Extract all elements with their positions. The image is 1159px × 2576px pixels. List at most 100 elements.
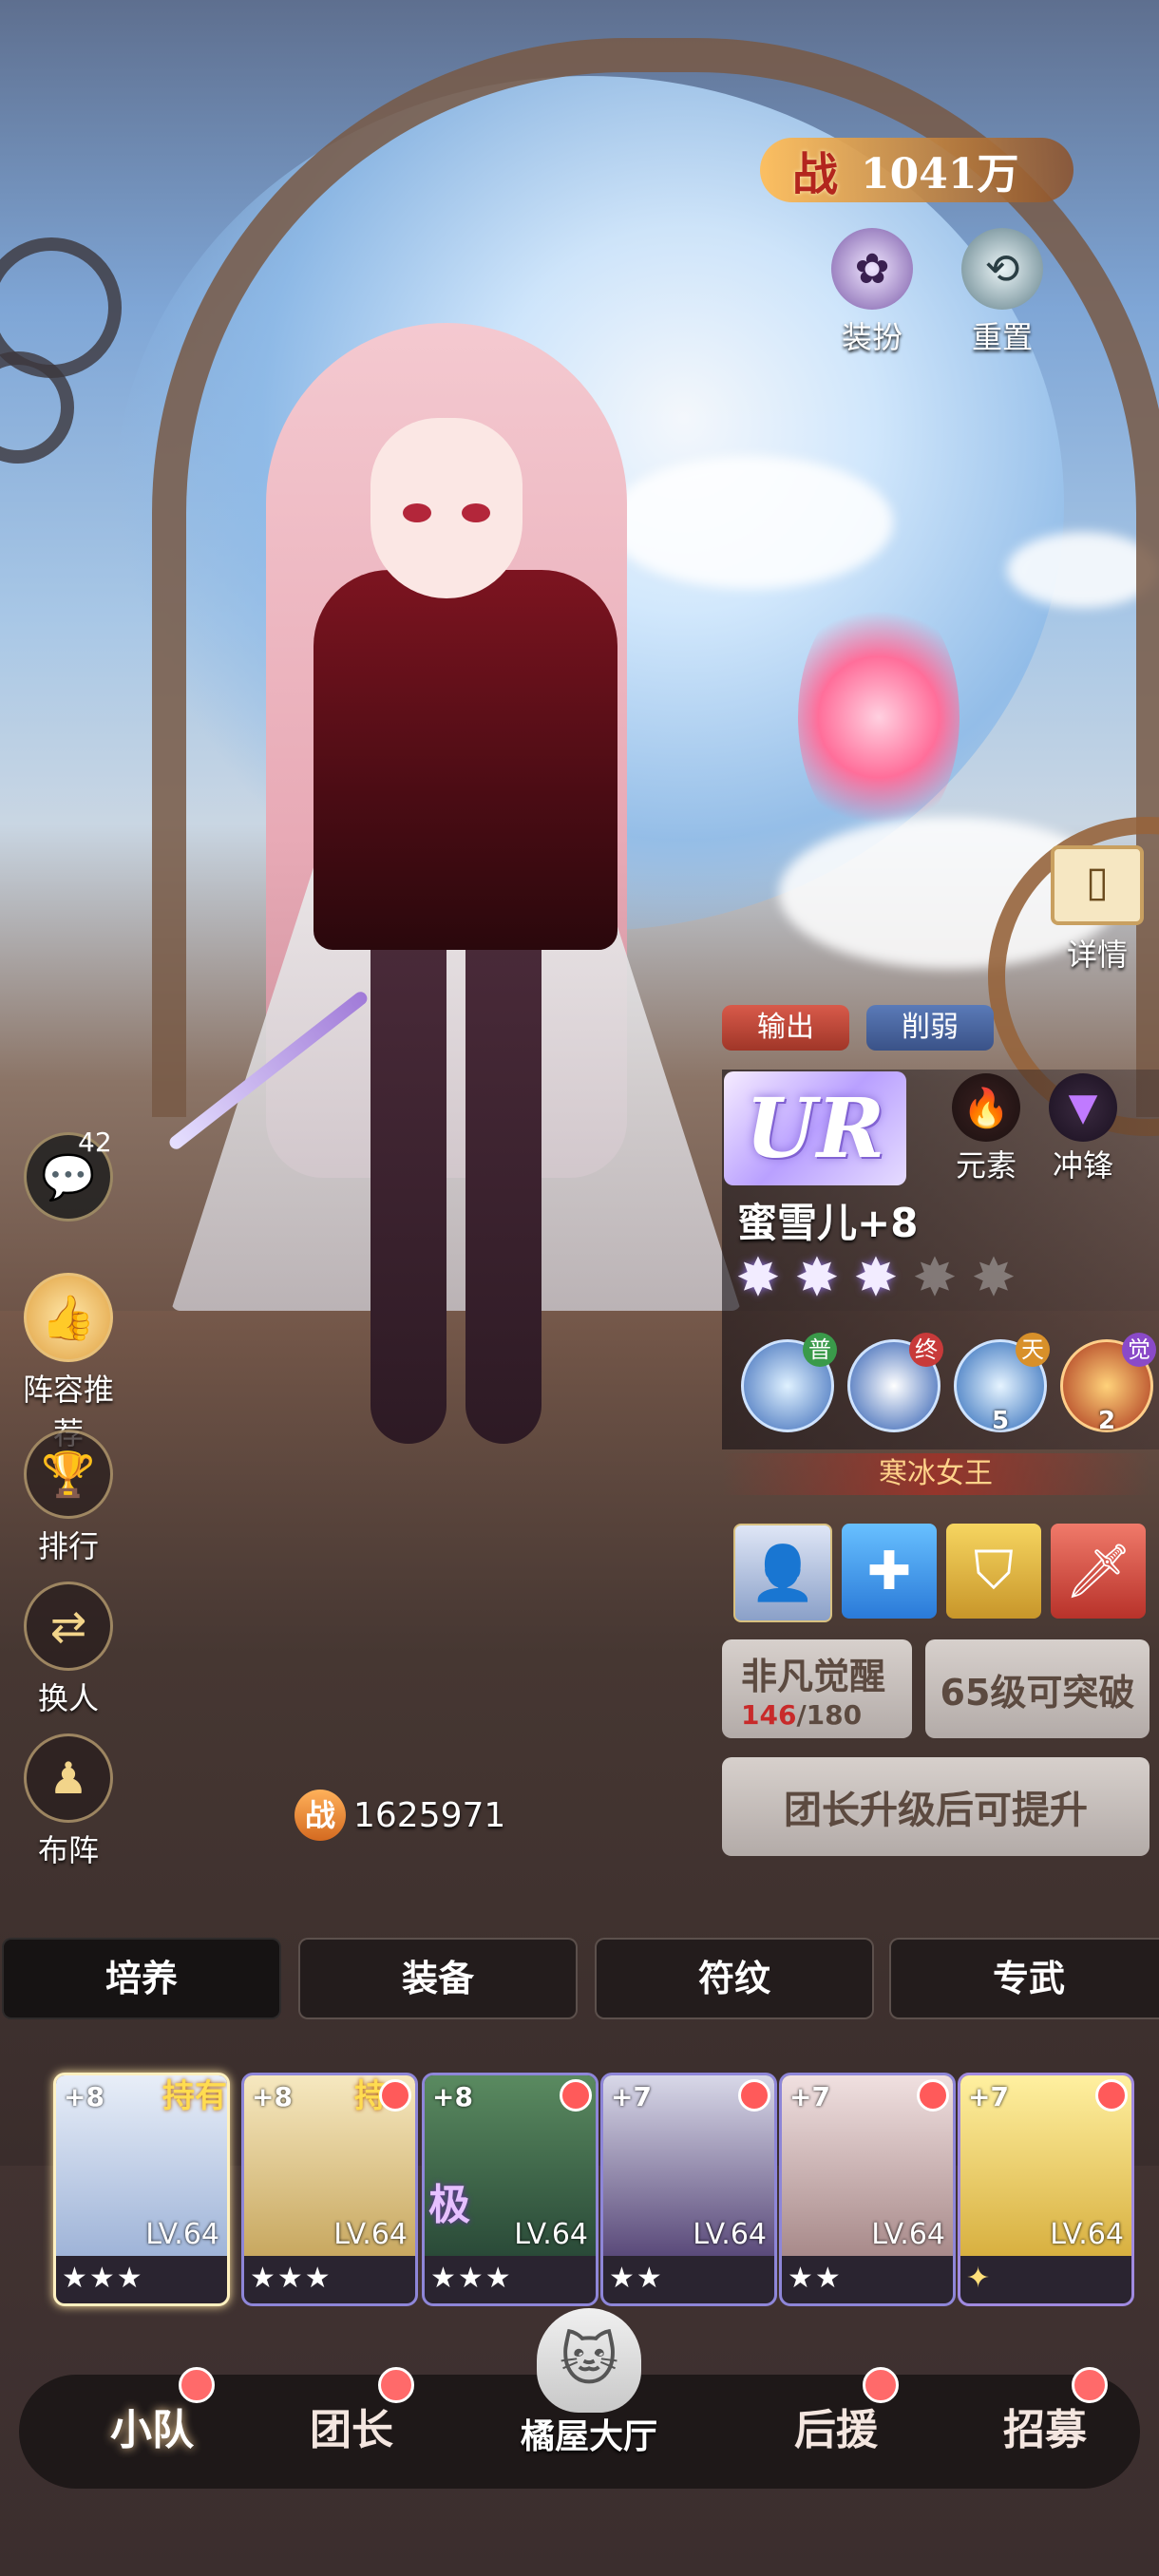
tab-equipment[interactable]: 装备: [298, 1938, 578, 2019]
skill-count: 5: [991, 1407, 1010, 1435]
ranking-label: 排行: [37, 1528, 99, 1564]
hero-roster: 持有 +8 LV.64 ★★★ 持 +8 LV.64 ★★★ 极 +8 LV.6…: [53, 2073, 1136, 2310]
card-level: LV.64: [693, 2218, 767, 2251]
card-stars: ✦: [966, 2262, 993, 2295]
roster-card[interactable]: 持有 +8 LV.64 ★★★: [53, 2073, 230, 2306]
skill-badge: 觉: [1122, 1333, 1156, 1367]
book-icon: ▯: [1051, 845, 1144, 925]
card-level: LV.64: [514, 2218, 588, 2251]
fire-element-icon: 🔥: [952, 1073, 1020, 1142]
hero-illustration[interactable]: [152, 323, 960, 1605]
notification-dot: [738, 2079, 770, 2112]
card-stars: ★★: [609, 2262, 664, 2295]
nav-recruit[interactable]: 招募: [950, 2367, 1140, 2456]
swap-button[interactable]: ⇄ 换人: [11, 1582, 125, 1718]
element-button[interactable]: 🔥 元素: [939, 1073, 1034, 1185]
roster-card[interactable]: +7 LV.64 ★★: [600, 2073, 777, 2306]
notification-dot: [378, 2367, 414, 2403]
roster-card[interactable]: +7 LV.64 ✦: [958, 2073, 1134, 2306]
card-plus: +7: [968, 2081, 1009, 2112]
hero-portrait-slot[interactable]: 👤: [733, 1524, 832, 1622]
skill-awaken[interactable]: 觉 2: [1060, 1333, 1156, 1435]
hero-face: [370, 418, 522, 598]
hero-eye: [462, 503, 490, 522]
hero-leg: [466, 912, 542, 1444]
star-filled-icon: ✸: [853, 1247, 899, 1309]
reset-icon: ⟲: [961, 228, 1043, 310]
owned-badge: 持有: [162, 2077, 227, 2115]
swap-icon: ⇄: [24, 1582, 113, 1671]
notification-dot: [863, 2367, 899, 2403]
class-label: 冲锋: [1052, 1147, 1113, 1184]
skill-ultimate[interactable]: 终: [847, 1333, 943, 1432]
roster-card[interactable]: 极 +8 LV.64 ★★★: [422, 2073, 598, 2306]
skill-normal[interactable]: 普: [741, 1333, 837, 1432]
star-empty-icon: ✸: [971, 1247, 1016, 1309]
card-stars: ★★★: [430, 2262, 513, 2295]
notification-dot: [179, 2367, 215, 2403]
reset-label: 重置: [971, 319, 1033, 355]
tab-train[interactable]: 培养: [2, 1938, 281, 2019]
nav-squad-label: 小队: [110, 2406, 194, 2454]
ranking-button[interactable]: 🏆 排行: [11, 1430, 125, 1566]
ice-crystal-effect: [798, 589, 960, 845]
upgrade-button[interactable]: 团长升级后可提升: [722, 1757, 1150, 1856]
nav-hall-label: 橘屋大厅: [520, 2417, 657, 2456]
tab-rune[interactable]: 符纹: [595, 1938, 874, 2019]
roster-card[interactable]: +7 LV.64 ★★: [779, 2073, 956, 2306]
skill-talent[interactable]: 天 5: [954, 1333, 1050, 1435]
extreme-badge: 极: [428, 2181, 470, 2229]
rarity-text: UR: [745, 1080, 885, 1177]
awaken-button[interactable]: 非凡觉醒 146/180: [722, 1639, 912, 1738]
breakthrough-button[interactable]: 65级可突破: [925, 1639, 1150, 1738]
details-label: 详情: [1066, 937, 1128, 973]
card-level: LV.64: [871, 2218, 945, 2251]
notification-dot: [379, 2079, 411, 2112]
role-tag-debuff: 削弱: [866, 1005, 994, 1051]
skill-badge: 终: [909, 1333, 943, 1367]
formation-label: 布阵: [37, 1832, 99, 1868]
card-plus: +8: [432, 2081, 473, 2112]
awaken-total: /180: [796, 1699, 863, 1731]
shield-icon[interactable]: ⛉: [946, 1524, 1041, 1619]
chat-count: 42: [78, 1127, 112, 1158]
heal-plus-icon[interactable]: ✚: [842, 1524, 937, 1619]
hero-dress: [314, 570, 618, 950]
card-plus: +8: [252, 2081, 293, 2112]
details-button[interactable]: ▯ 详情: [1045, 845, 1150, 975]
team-power-badge: 战 1041万: [760, 138, 1074, 202]
star-empty-icon: ✸: [912, 1247, 958, 1309]
formation-button[interactable]: ♟ 布阵: [11, 1733, 125, 1870]
roster-card[interactable]: 持 +8 LV.64 ★★★: [241, 2073, 418, 2306]
card-level: LV.64: [145, 2218, 219, 2251]
element-label: 元素: [955, 1147, 1016, 1184]
card-plus: +7: [611, 2081, 652, 2112]
chat-button[interactable]: 💬 42: [11, 1127, 125, 1222]
card-plus: +7: [789, 2081, 830, 2112]
class-button[interactable]: ▼ 冲锋: [1036, 1073, 1130, 1185]
awaken-label: 非凡觉醒: [741, 1656, 886, 1697]
lineup-recommend-button[interactable]: 👍 阵容推荐: [11, 1273, 125, 1453]
outfit-button[interactable]: ✿ 装扮: [815, 228, 929, 357]
card-plus: +8: [64, 2081, 104, 2112]
tab-exclusive-weapon[interactable]: 专武: [889, 1938, 1159, 2019]
charge-class-icon: ▼: [1049, 1073, 1117, 1142]
rarity-badge: UR: [724, 1071, 906, 1185]
star-filled-icon: ✸: [735, 1247, 781, 1309]
sword-icon[interactable]: 🗡: [1051, 1524, 1146, 1619]
power-label: 战: [792, 148, 839, 201]
reset-button[interactable]: ⟲ 重置: [945, 228, 1059, 357]
nav-leader[interactable]: 团长: [256, 2367, 446, 2456]
nav-hall[interactable]: 🐱 橘屋大厅: [494, 2308, 684, 2458]
swap-label: 换人: [37, 1680, 99, 1716]
outfit-icon: ✿: [831, 228, 913, 310]
hero-leg: [370, 912, 446, 1444]
skill-count: 2: [1097, 1407, 1116, 1435]
nav-squad[interactable]: 小队: [57, 2367, 247, 2456]
power-value: 1041万: [861, 150, 1019, 199]
skill-badge: 天: [1016, 1333, 1050, 1367]
skill-badge: 普: [803, 1333, 837, 1367]
notification-dot: [560, 2079, 592, 2112]
nav-support[interactable]: 后援: [741, 2367, 931, 2456]
skill-row: 普 终 天 5 觉 2: [741, 1333, 1156, 1435]
